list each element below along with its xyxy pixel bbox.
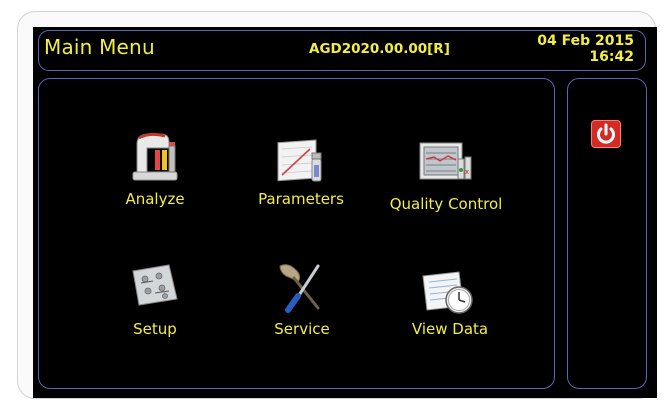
menu-view-data-label: View Data [411,320,489,338]
menu-parameters[interactable]: Parameters [246,135,356,218]
power-button[interactable] [591,120,621,148]
date-text: 04 Feb 2015 [537,33,634,49]
page-title: Main Menu [44,35,155,59]
setup-panel-icon [132,264,178,306]
view-data-clock-icon [422,271,473,314]
system-id: AGD2020.00.00[R] [309,41,450,57]
menu-service[interactable]: Service [252,260,352,345]
menu-analyze[interactable]: Analyze [105,128,205,218]
quality-control-icon: x [419,142,472,180]
date-time: 04 Feb 2015 16:42 [537,33,634,65]
svg-text:x: x [465,168,469,176]
parameters-chart-icon [277,139,322,182]
analyzer-icon [132,132,178,181]
menu-setup-label: Setup [133,320,177,338]
menu-analyze-label: Analyze [125,190,185,208]
menu-setup[interactable]: Setup [105,263,205,345]
menu-parameters-label: Parameters [258,190,344,208]
menu-view-data[interactable]: View Data [397,270,503,345]
menu-service-label: Service [274,320,330,338]
menu-quality-control-label: Quality Control [389,195,503,213]
service-tools-icon [279,264,320,313]
menu-quality-control[interactable]: x Quality Control [381,137,511,218]
power-icon [597,123,615,144]
time-text: 16:42 [589,49,634,65]
